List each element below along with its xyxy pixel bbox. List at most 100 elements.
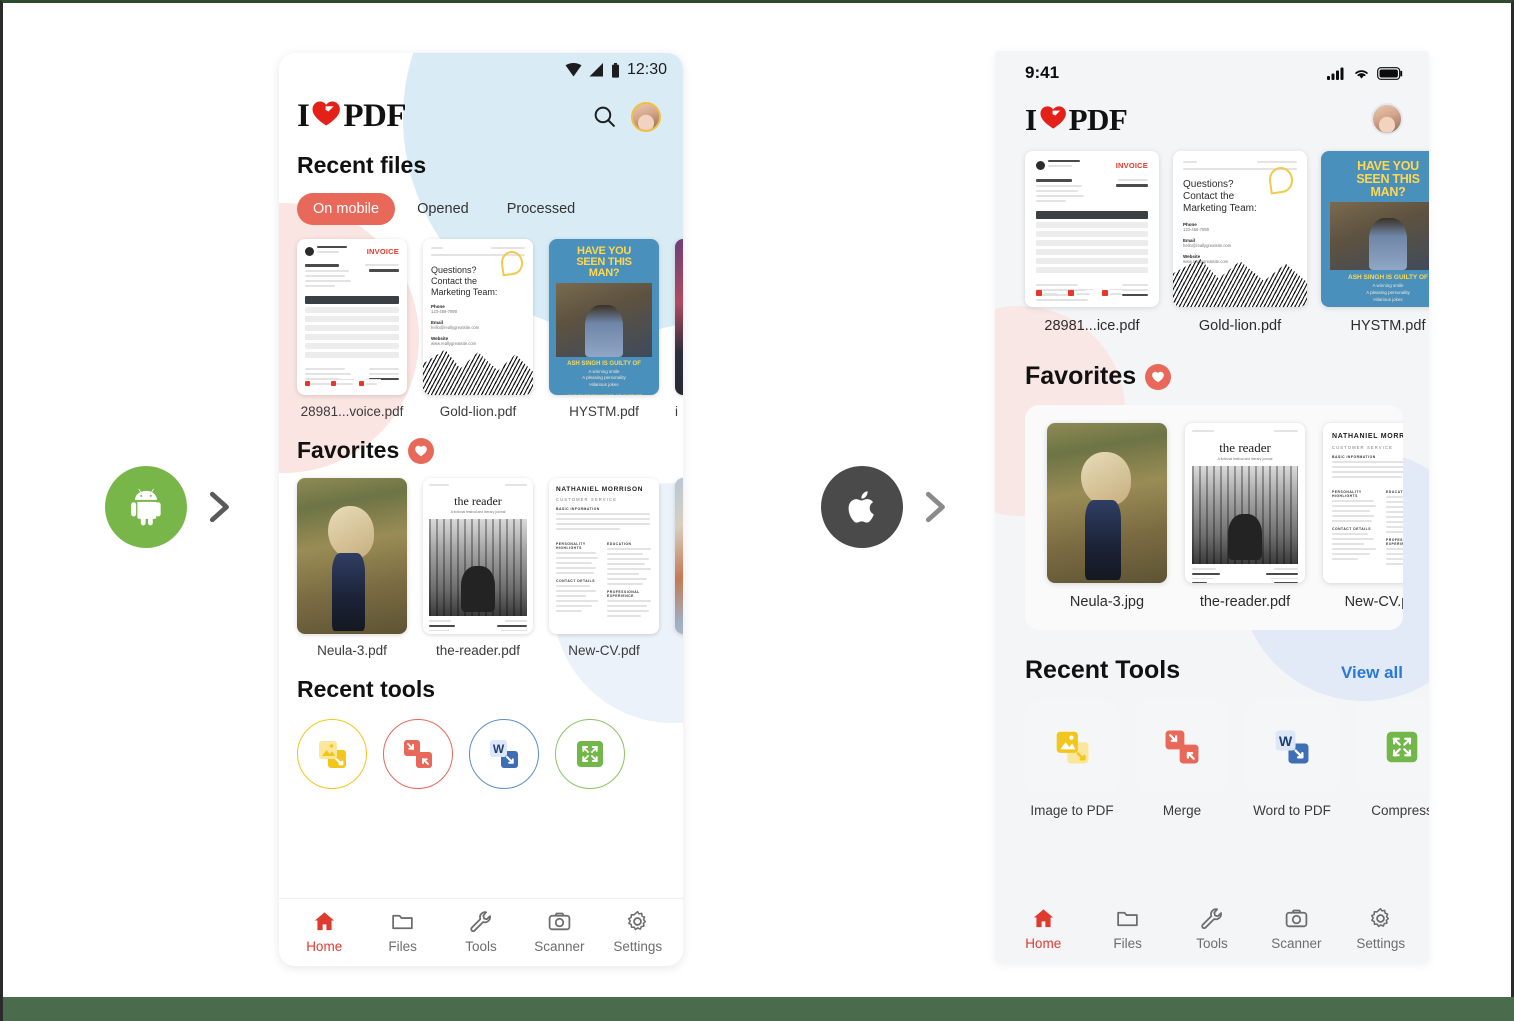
wifi-icon [565, 63, 582, 77]
tab-processed[interactable]: Processed [491, 193, 592, 225]
file-thumbnail: Questions? Contact the Marketing Team: P… [1173, 151, 1307, 307]
svg-text:W: W [1279, 733, 1293, 749]
ios-app-header: I PDF [995, 95, 1429, 135]
recent-files-list[interactable]: INVOICE [279, 225, 683, 419]
search-icon[interactable] [592, 104, 617, 129]
website-value: www.reallygreatsite.com [431, 340, 477, 346]
file-thumbnail: INVOICE [297, 239, 407, 395]
list-item[interactable] [675, 478, 683, 658]
word-to-pdf-icon: W [490, 740, 518, 768]
hystm-line2: SEEN THIS [1356, 171, 1420, 186]
nav-item-files[interactable]: Files [363, 909, 441, 954]
list-item[interactable]: NATHANIEL MORRISON CUSTOMER SERVICE BASI… [549, 478, 659, 658]
gear-icon [1371, 907, 1390, 928]
nav-item-home[interactable]: Home [1001, 906, 1085, 951]
file-thumbnail: Questions? Contact the Marketing Team: P… [423, 239, 533, 395]
image-to-pdf-icon [319, 741, 346, 768]
reader-subtitle: A fictional festival and literary journa… [1217, 457, 1273, 461]
list-item[interactable]: INVOICE [297, 239, 407, 419]
tab-on-mobile[interactable]: On mobile [297, 193, 396, 225]
home-icon [314, 912, 334, 931]
file-name: HYSTM.pdf [1350, 318, 1426, 334]
nav-item-tools[interactable]: Tools [1170, 906, 1254, 951]
ilovepdf-logo: I PDF [297, 99, 406, 134]
tool-label: Merge [1162, 803, 1202, 818]
cv-heading-experience: PROFESSIONAL EXPERIENCE [1386, 537, 1403, 546]
favorites-label: Favorites [297, 437, 400, 463]
favorites-list[interactable]: Neula-3.jpg the reader A fictional festi… [1025, 405, 1403, 630]
heart-icon [408, 437, 435, 464]
tool-label: Image to PDF [1030, 803, 1114, 818]
nav-item-scanner[interactable]: Scanner [1254, 906, 1338, 951]
tool-compress[interactable] [555, 719, 625, 789]
tool-word-to-pdf[interactable]: W [469, 719, 539, 789]
file-thumbnail: NATHANIEL MORRISON CUSTOMER SERVICE BASI… [1323, 423, 1403, 583]
nav-label: Settings [613, 939, 663, 954]
tool-compress[interactable]: Compress [1355, 701, 1429, 818]
wrench-icon [1201, 908, 1223, 929]
gold-lion-line2: Contact the [431, 275, 478, 286]
nav-label: Tools [1196, 936, 1228, 951]
avatar[interactable] [1371, 103, 1403, 135]
heart-icon [1145, 363, 1172, 390]
file-thumbnail [1047, 423, 1167, 583]
list-item[interactable]: HAVE YOU SEEN THIS MAN? ASH SINGH IS GUI… [1321, 151, 1429, 334]
view-all-link[interactable]: View all [1341, 663, 1403, 683]
list-item[interactable]: the reader A fictional festival and lite… [1185, 423, 1305, 610]
list-item[interactable]: HAVE YOU SEEN THIS MAN? ASH SINGH IS GUI… [549, 239, 659, 419]
list-item[interactable]: NATHANIEL MORRISON CUSTOMER SERVICE BASI… [1323, 423, 1403, 610]
tool-image-to-pdf[interactable] [297, 719, 367, 789]
hystm-subtitle: ASH SINGH IS GUILTY OF [1348, 274, 1428, 282]
cv-heading-experience: PROFESSIONAL EXPERIENCE [607, 590, 640, 599]
hystm-body: A winning smile A pleasing personality H… [1366, 283, 1410, 302]
file-name: Gold-lion.pdf [439, 404, 517, 419]
compress-icon [1386, 731, 1418, 763]
list-item[interactable]: Questions? Contact the Marketing Team: P… [423, 239, 533, 419]
tab-opened[interactable]: Opened [401, 193, 485, 225]
chevron-right-icon [209, 491, 229, 523]
avatar[interactable] [631, 101, 661, 132]
file-name: i [675, 404, 678, 419]
wrench-icon [470, 911, 492, 932]
tool-merge[interactable]: Merge [1135, 701, 1229, 818]
email-value: hello@reallygreatsite.com [1183, 242, 1232, 248]
folder-icon [1117, 911, 1138, 927]
page-canvas: 12:30 I PDF Recent files On mobile Opene… [0, 0, 1514, 1021]
favorites-list[interactable]: Neula-3.pdf the reader A fictional festi… [279, 464, 683, 658]
favorites-label: Favorites [1025, 362, 1137, 390]
ios-phone-screen: 9:41 I PDF INVOICE 28981...ice.pdf Quest… [995, 51, 1429, 963]
ios-bottom-nav[interactable]: Home Files Tools Scanner Settings [995, 896, 1429, 963]
reader-subtitle: A fictional festival and literary journa… [450, 510, 506, 514]
list-item[interactable]: INVOICE [1025, 151, 1159, 334]
file-thumbnail: INVOICE [1025, 151, 1159, 307]
nav-label: Files [1113, 936, 1142, 951]
nav-label: Home [1025, 936, 1062, 951]
list-item[interactable]: Neula-3.pdf [297, 478, 407, 658]
tool-word-to-pdf[interactable]: W Word to PDF [1245, 701, 1339, 818]
recent-tools-list[interactable]: W [279, 703, 683, 789]
hystm-subtitle: ASH SINGH IS GUILTY OF [567, 360, 641, 367]
nav-item-settings[interactable]: Settings [1339, 906, 1423, 951]
list-item[interactable]: Questions? Contact the Marketing Team: P… [1173, 151, 1307, 334]
recent-tools-list[interactable]: Image to PDF Merge W Word to PDF Compres… [995, 685, 1429, 818]
nav-item-settings[interactable]: Settings [599, 909, 677, 954]
section-title-favorites: Favorites [279, 419, 683, 464]
ios-clock: 9:41 [1025, 63, 1060, 82]
chevron-right-icon [925, 491, 945, 523]
recent-files-list[interactable]: INVOICE [995, 135, 1429, 334]
hystm-line3: MAN? [1370, 184, 1406, 199]
list-item[interactable]: Neula-3.jpg [1047, 423, 1167, 610]
nav-item-files[interactable]: Files [1085, 906, 1169, 951]
nav-item-tools[interactable]: Tools [442, 909, 520, 954]
nav-item-home[interactable]: Home [285, 909, 363, 954]
tool-image-to-pdf[interactable]: Image to PDF [1025, 701, 1119, 818]
merge-icon [404, 740, 432, 768]
tool-merge[interactable] [383, 719, 453, 789]
file-name: Gold-lion.pdf [1198, 318, 1282, 334]
reader-photo [429, 519, 527, 616]
list-item[interactable]: W i [675, 239, 683, 419]
nav-label: Scanner [534, 939, 585, 954]
nav-item-scanner[interactable]: Scanner [520, 909, 598, 954]
android-bottom-nav[interactable]: Home Files Tools Scanner Settings [279, 898, 683, 966]
list-item[interactable]: the reader A fictional festival and lite… [423, 478, 533, 658]
